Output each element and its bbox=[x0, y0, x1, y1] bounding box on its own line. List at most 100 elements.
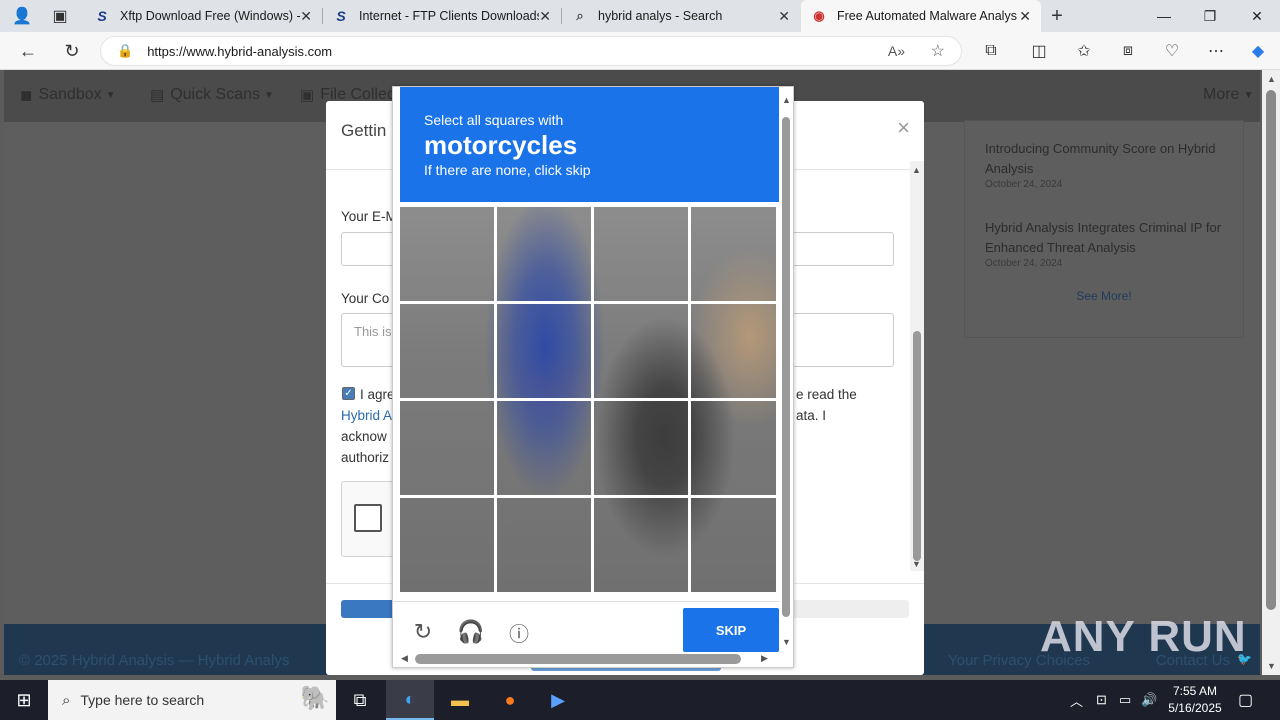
modal-close-icon[interactable]: × bbox=[897, 115, 910, 141]
new-tab-icon[interactable]: + bbox=[1043, 3, 1071, 29]
scroll-right-icon[interactable]: ▶ bbox=[761, 653, 768, 664]
tab-xftp[interactable]: S Xftp Download Free (Windows) - ✕ bbox=[84, 0, 322, 32]
captcha-tile[interactable] bbox=[691, 401, 779, 498]
collections-icon[interactable]: ⧈ bbox=[1114, 38, 1142, 64]
scroll-thumb[interactable] bbox=[1266, 90, 1276, 610]
notification-icon[interactable]: ▢ bbox=[1238, 680, 1253, 720]
taskbar-clock[interactable]: 7:55 AM 5/16/2025 bbox=[1160, 683, 1230, 717]
copilot-icon[interactable]: ◆ bbox=[1244, 38, 1272, 64]
captcha-tile[interactable] bbox=[691, 207, 779, 304]
captcha-tile[interactable] bbox=[400, 207, 497, 304]
captcha-tile[interactable] bbox=[594, 498, 691, 594]
windows-start-icon[interactable]: ⊞ bbox=[0, 680, 48, 720]
agree-text: authoriz bbox=[341, 450, 390, 465]
file-explorer-icon[interactable]: ▬ bbox=[436, 680, 484, 720]
captcha-tile[interactable] bbox=[400, 498, 497, 594]
close-icon[interactable]: ✕ bbox=[1019, 8, 1031, 25]
captcha-tile[interactable] bbox=[497, 498, 594, 594]
favorites-icon[interactable]: ✩ bbox=[1070, 38, 1098, 64]
lock-icon: 🔒 bbox=[117, 43, 134, 58]
back-icon[interactable]: ← bbox=[14, 38, 42, 64]
captcha-scrollbar[interactable]: ▲ ▼ bbox=[781, 95, 793, 647]
nav-quick-scans[interactable]: ▤ Quick Scans ▼ bbox=[150, 86, 274, 104]
edge-icon[interactable]: ◐ bbox=[386, 680, 434, 720]
divider bbox=[393, 601, 779, 602]
captcha-tile[interactable] bbox=[691, 498, 779, 594]
email-label: Your E-M bbox=[341, 209, 397, 224]
more-menu-icon[interactable]: ⋯ bbox=[1202, 38, 1230, 64]
skip-button[interactable]: SKIP bbox=[683, 608, 779, 652]
captcha-instruction: Select all squares with bbox=[424, 112, 564, 128]
reload-icon[interactable]: ↻ bbox=[408, 617, 438, 647]
taskbar-search[interactable]: ⌕ Type here to search 🐘 bbox=[48, 680, 336, 720]
captcha-tile[interactable] bbox=[594, 401, 691, 498]
scroll-up-icon[interactable]: ▲ bbox=[1267, 74, 1276, 84]
modal-scrollbar[interactable]: ▲ ▼ bbox=[910, 161, 924, 571]
captcha-challenge: Select all squares with motorcycles If t… bbox=[392, 86, 794, 668]
info-icon[interactable]: ⓘ bbox=[504, 617, 534, 647]
close-icon[interactable]: ✕ bbox=[300, 8, 312, 25]
hybrid-analysis-link[interactable]: Hybrid A bbox=[341, 405, 392, 426]
see-more-link[interactable]: See More! bbox=[965, 289, 1243, 303]
news-item[interactable]: Introducing Community Score on Hybrid An… bbox=[985, 139, 1225, 191]
scroll-thumb[interactable] bbox=[913, 331, 921, 561]
caret-down-icon: ▼ bbox=[264, 89, 274, 101]
tray-chevron-icon[interactable]: ︿ bbox=[1070, 680, 1083, 720]
read-aloud-icon[interactable]: A» bbox=[888, 43, 905, 59]
file-icon: ▤ bbox=[150, 87, 165, 104]
scroll-down-icon[interactable]: ▼ bbox=[1267, 661, 1276, 671]
nav-more[interactable]: More ▼ bbox=[1203, 86, 1253, 104]
scroll-down-icon[interactable]: ▼ bbox=[912, 559, 921, 569]
captcha-tile[interactable] bbox=[497, 304, 594, 401]
minimize-icon[interactable]: — bbox=[1141, 0, 1187, 32]
task-view-icon[interactable]: ⧉ bbox=[336, 680, 384, 720]
nav-sandbox[interactable]: ◼ Sandbox ▼ bbox=[20, 86, 116, 104]
audio-icon[interactable]: 🎧 bbox=[456, 617, 486, 647]
address-toolbar: ← ↻ 🔒 https://www.hybrid-analysis.com A»… bbox=[0, 32, 1280, 70]
captcha-tile[interactable] bbox=[594, 207, 691, 304]
ethernet-icon[interactable]: ▭ bbox=[1119, 680, 1131, 720]
progress-fill bbox=[341, 600, 393, 618]
tab-actions-icon[interactable]: ▣ bbox=[46, 3, 74, 29]
agree-checkbox[interactable]: ✓ bbox=[342, 387, 355, 400]
captcha-tile[interactable] bbox=[400, 401, 497, 498]
scroll-up-icon[interactable]: ▲ bbox=[782, 95, 791, 105]
performance-icon[interactable]: ♡ bbox=[1158, 38, 1186, 64]
captcha-tile[interactable] bbox=[594, 304, 691, 401]
scroll-thumb[interactable] bbox=[782, 117, 790, 617]
news-item[interactable]: Hybrid Analysis Integrates Criminal IP f… bbox=[985, 218, 1225, 270]
tab-hybrid-analysis[interactable]: ◉ Free Automated Malware Analysi ✕ bbox=[801, 0, 1041, 32]
tab-search[interactable]: ⌕ hybrid analys - Search ✕ bbox=[562, 0, 800, 32]
close-icon[interactable]: ✕ bbox=[539, 8, 551, 25]
hybrid-analysis-icon: ◉ bbox=[813, 8, 825, 23]
close-icon[interactable]: ✕ bbox=[778, 8, 790, 25]
window-close-icon[interactable]: ✕ bbox=[1234, 0, 1280, 32]
page-scrollbar[interactable]: ▲ ▼ bbox=[1262, 70, 1280, 675]
restore-icon[interactable]: ❐ bbox=[1187, 0, 1233, 32]
taskbar: ⊞ ⌕ Type here to search 🐘 ⧉ ◐ ▬ ● ▶ ︿ ⊡ … bbox=[0, 680, 1280, 720]
favorite-star-icon[interactable]: ☆ bbox=[931, 41, 945, 61]
captcha-hscroll-thumb[interactable] bbox=[415, 654, 741, 664]
volume-icon[interactable]: 🔊 bbox=[1141, 680, 1157, 720]
extensions-icon[interactable]: ⧉ bbox=[977, 38, 1005, 64]
agree-text: I agre bbox=[360, 387, 395, 402]
scroll-up-icon[interactable]: ▲ bbox=[912, 165, 921, 175]
captcha-tile[interactable] bbox=[691, 304, 779, 401]
recaptcha-checkbox[interactable] bbox=[354, 504, 382, 532]
profile-icon[interactable]: 👤 bbox=[8, 3, 36, 29]
powershell-icon[interactable]: ▶ bbox=[534, 680, 582, 720]
scroll-left-icon[interactable]: ◀ bbox=[401, 653, 408, 664]
refresh-icon[interactable]: ↻ bbox=[58, 38, 86, 64]
softpedia-icon: S bbox=[336, 8, 346, 24]
network-icon[interactable]: ⊡ bbox=[1096, 680, 1107, 720]
modal-title: Gettin bbox=[341, 121, 387, 140]
split-screen-icon[interactable]: ◫ bbox=[1025, 38, 1053, 64]
captcha-tile[interactable] bbox=[400, 304, 497, 401]
tab-ftp-clients[interactable]: S Internet - FTP Clients Downloads ✕ bbox=[323, 0, 561, 32]
captcha-tile[interactable] bbox=[497, 401, 594, 498]
captcha-instruction-skip: If there are none, click skip bbox=[424, 162, 591, 178]
url-bar[interactable]: 🔒 https://www.hybrid-analysis.com A» ☆ bbox=[100, 36, 962, 66]
firefox-icon[interactable]: ● bbox=[486, 680, 534, 720]
captcha-tile[interactable] bbox=[497, 207, 594, 304]
scroll-down-icon[interactable]: ▼ bbox=[782, 637, 791, 647]
